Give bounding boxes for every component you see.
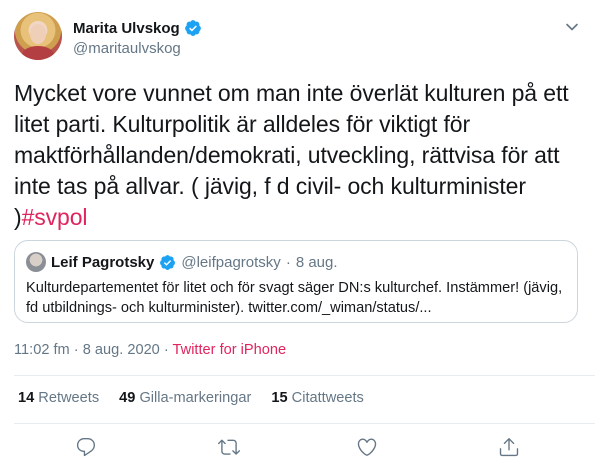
quoted-author-name: Leif Pagrotsky <box>51 253 155 271</box>
likes-count: 49 <box>119 390 136 406</box>
retweets-label: Retweets <box>38 390 100 406</box>
author-avatar[interactable] <box>14 12 62 60</box>
like-button[interactable] <box>356 436 378 458</box>
divider <box>14 423 595 424</box>
verified-badge-icon <box>184 20 201 36</box>
tweet-time[interactable]: 11:02 fm <box>14 342 70 358</box>
display-name-row: Marita Ulvskog <box>73 18 202 38</box>
reply-button[interactable] <box>75 436 97 458</box>
author-info[interactable]: Marita Ulvskog @maritaulvskog <box>73 18 202 57</box>
author-display-name[interactable]: Marita Ulvskog <box>73 20 180 37</box>
quoted-tweet-header: Leif Pagrotsky @leifpagrotsky · 8 aug. <box>26 252 338 272</box>
retweet-icon <box>218 439 240 455</box>
quoted-tweet-text: Kulturdepartementet för litet och för sv… <box>26 280 563 316</box>
author-handle[interactable]: @maritaulvskog <box>73 40 202 57</box>
quoted-date: 8 aug. <box>295 253 338 271</box>
tweet-actions <box>0 436 595 460</box>
quotes-count: 15 <box>271 390 288 406</box>
retweets-stat[interactable]: 14 Retweets <box>18 390 99 406</box>
chevron-down-icon[interactable] <box>565 20 579 34</box>
quoted-tweet[interactable]: Leif Pagrotsky @leifpagrotsky · 8 aug. K… <box>14 240 578 323</box>
verified-badge-icon <box>160 254 176 270</box>
retweet-button[interactable] <box>218 436 240 458</box>
separator-dot: · <box>73 342 79 358</box>
heart-icon <box>357 438 377 456</box>
tweet-meta: 11:02 fm · 8 aug. 2020 · Twitter for iPh… <box>14 342 286 358</box>
avatar-face <box>30 24 46 44</box>
tweet-source-link[interactable]: Twitter for iPhone <box>173 342 287 358</box>
quotes-stat[interactable]: 15 Citattweets <box>271 390 363 406</box>
retweets-count: 14 <box>18 390 35 406</box>
tweet-stats: 14 Retweets 49 Gilla-markeringar 15 Cita… <box>18 390 364 406</box>
tweet-header: Marita Ulvskog @maritaulvskog <box>14 12 583 64</box>
quotes-label: Citattweets <box>291 390 364 406</box>
quoted-author-handle: @leifpagrotsky <box>181 253 281 271</box>
separator-dot: · <box>285 253 291 271</box>
avatar-shirt <box>22 46 54 60</box>
hashtag-link[interactable]: #svpol <box>22 204 88 230</box>
likes-label: Gilla-markeringar <box>139 390 252 406</box>
likes-stat[interactable]: 49 Gilla-markeringar <box>119 390 251 406</box>
tweet-text: Mycket vore vunnet om man inte överlät k… <box>14 78 582 233</box>
separator-dot: · <box>163 342 169 358</box>
share-icon <box>499 438 519 457</box>
tweet-body: Mycket vore vunnet om man inte överlät k… <box>14 80 569 230</box>
share-button[interactable] <box>498 436 520 458</box>
tweet-date[interactable]: 8 aug. 2020 <box>83 342 160 358</box>
reply-icon <box>76 438 96 457</box>
quoted-author-avatar <box>26 252 46 272</box>
divider <box>14 375 595 376</box>
